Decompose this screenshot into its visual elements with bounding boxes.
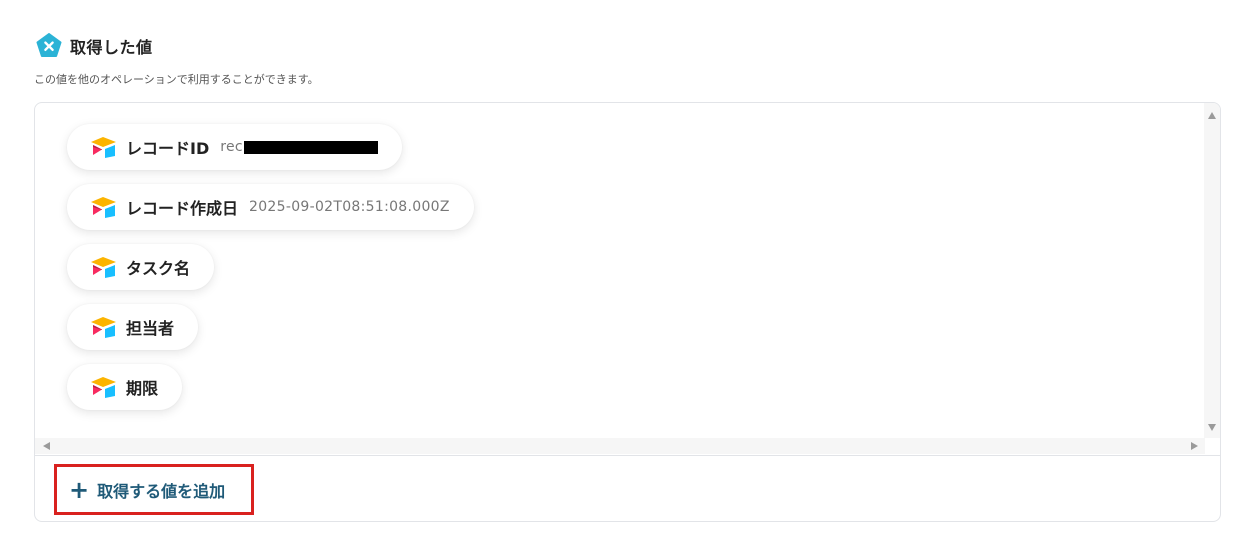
yoom-x-icon xyxy=(36,33,62,57)
add-value-label: 取得する値を追加 xyxy=(97,481,226,501)
value-label: 担当者 xyxy=(126,319,175,338)
value-chip-record-id[interactable]: レコードID rec xyxy=(67,124,402,170)
value-label: タスク名 xyxy=(126,259,191,278)
airtable-icon xyxy=(91,197,116,218)
value-chip-task-name[interactable]: タスク名 xyxy=(67,244,215,290)
value-chip-due-date[interactable]: 期限 xyxy=(67,364,183,410)
section-header: 取得した値 xyxy=(36,33,153,59)
section-title: 取得した値 xyxy=(70,38,153,57)
vertical-scrollbar[interactable] xyxy=(1204,103,1220,438)
airtable-icon xyxy=(91,257,116,278)
airtable-icon xyxy=(91,137,116,158)
value-chip-assignee[interactable]: 担当者 xyxy=(67,304,199,350)
scroll-right-arrow-icon[interactable] xyxy=(1191,442,1198,450)
airtable-icon xyxy=(91,317,116,338)
scroll-up-arrow-icon[interactable] xyxy=(1208,112,1216,119)
horizontal-scrollbar[interactable] xyxy=(35,438,1205,454)
add-value-button[interactable]: + 取得する値を追加 xyxy=(54,464,254,515)
airtable-icon xyxy=(91,377,116,398)
panel-divider xyxy=(35,455,1220,456)
value-chip-created-date[interactable]: レコード作成日 2025-09-02T08:51:08.000Z xyxy=(67,184,474,230)
value-label: レコードID xyxy=(126,139,210,158)
value-label: 期限 xyxy=(126,379,159,398)
value-text: 2025-09-02T08:51:08.000Z xyxy=(249,199,450,215)
value-list: レコードID rec レコード作成日 2025-09-02T08:51:08.0… xyxy=(35,103,1220,455)
redaction-bar xyxy=(243,140,378,154)
value-text: rec xyxy=(220,139,378,155)
scroll-down-arrow-icon[interactable] xyxy=(1208,424,1216,431)
scroll-left-arrow-icon[interactable] xyxy=(43,442,50,450)
section-description: この値を他のオペレーションで利用することができます。 xyxy=(34,73,319,86)
value-label: レコード作成日 xyxy=(126,199,239,218)
plus-icon: + xyxy=(69,475,90,504)
values-panel: レコードID rec レコード作成日 2025-09-02T08:51:08.0… xyxy=(34,102,1221,522)
